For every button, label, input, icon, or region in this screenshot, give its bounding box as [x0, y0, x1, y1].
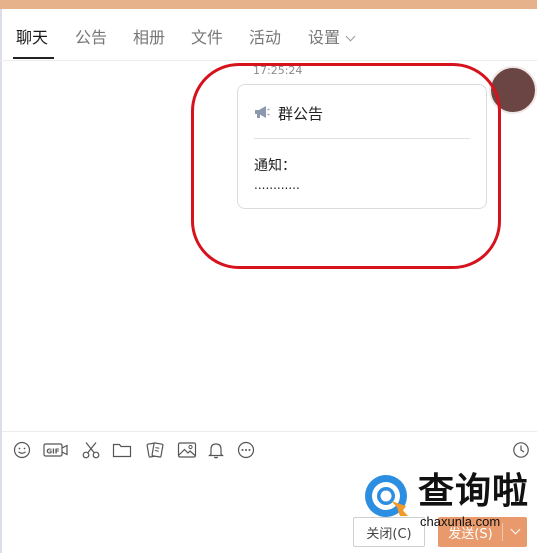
tab-chat[interactable]: 聊天: [16, 29, 48, 47]
tab-settings[interactable]: 设置: [308, 28, 356, 47]
annotation-highlight: [191, 63, 501, 269]
window-left-edge: [0, 9, 2, 553]
emoji-icon[interactable]: [13, 441, 31, 459]
tab-announcement[interactable]: 公告: [75, 29, 107, 47]
folder-icon[interactable]: [112, 441, 132, 459]
watermark-title: 查询啦: [418, 471, 530, 512]
watermark-domain: chaxunla.com: [420, 514, 501, 529]
active-tab-indicator: [13, 57, 54, 59]
image-icon[interactable]: [177, 441, 197, 459]
gif-icon[interactable]: GIF: [43, 441, 69, 459]
tab-album[interactable]: 相册: [133, 29, 165, 47]
more-icon[interactable]: [237, 441, 255, 459]
scissors-icon[interactable]: [81, 441, 101, 459]
tab-bar: 聊天 公告 相册 文件 活动 设置: [0, 9, 537, 61]
history-clock-icon[interactable]: [512, 441, 530, 459]
watermark-logo-icon: [362, 472, 410, 520]
tab-activities[interactable]: 活动: [249, 29, 281, 47]
shake-icon[interactable]: [145, 441, 165, 459]
window-titlebar: [0, 0, 537, 9]
svg-text:GIF: GIF: [46, 448, 59, 456]
chevron-down-icon: [345, 31, 356, 42]
watermark: 查询啦 chaxunla.com: [362, 470, 537, 532]
bell-icon[interactable]: [207, 441, 225, 459]
tab-settings-label: 设置: [308, 28, 341, 47]
input-toolbar: GIF: [2, 431, 537, 466]
tab-files[interactable]: 文件: [191, 29, 223, 47]
